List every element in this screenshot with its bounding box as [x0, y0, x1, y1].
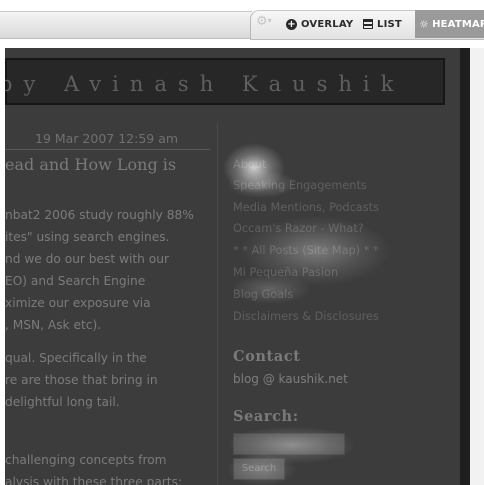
search-button[interactable]: Search	[233, 458, 285, 480]
post-text-line: qual. Specifically in the	[5, 351, 147, 365]
sidebar-link-disclaimers[interactable]: Disclaimers & Disclosures	[233, 310, 379, 323]
list-icon	[363, 19, 373, 29]
post-text-line: delightful long tail.	[5, 395, 120, 409]
post-text-line: , MSN, Ask etc).	[5, 318, 102, 332]
column-divider	[217, 123, 218, 485]
post-title[interactable]: ead and How Long is	[5, 155, 176, 174]
heatmap-toolbar: ⚙▾ + OVERLAY LIST ☼ HEATMAP	[0, 0, 484, 40]
contact-email[interactable]: blog @ kaushik.net	[233, 372, 348, 386]
sidebar-link-speaking[interactable]: Speaking Engagements	[233, 179, 367, 192]
overlay-button[interactable]: + OVERLAY	[286, 12, 353, 36]
contact-heading: Contact	[233, 348, 301, 365]
post-text-line: challenging concepts from	[5, 453, 167, 467]
post-text-line: nbat2 2006 study roughly 88%	[5, 208, 194, 222]
gear-icon[interactable]: ⚙▾	[256, 14, 272, 29]
sun-icon: ☼	[419, 17, 430, 31]
list-label: LIST	[377, 18, 402, 30]
post-text-line: re are those that bring in	[5, 373, 158, 387]
search-input[interactable]	[233, 433, 345, 455]
list-button[interactable]: LIST	[363, 12, 402, 36]
sidebar-link-all-posts[interactable]: * * All Posts (Site Map) * *	[233, 244, 379, 257]
search-heading: Search:	[233, 408, 299, 425]
post-text-line: ites" using search engines.	[5, 230, 170, 244]
post-text-line: EO) and Search Engine	[5, 274, 146, 288]
sidebar-link-about[interactable]: About	[233, 158, 266, 171]
vertical-scrollbar[interactable]	[470, 48, 484, 485]
page-edge	[460, 48, 470, 485]
banner-title: by Avinash Kaushik	[5, 72, 405, 96]
overlay-label: OVERLAY	[301, 18, 354, 30]
sidebar-link-media[interactable]: Media Mentions, Podcasts	[233, 201, 379, 214]
add-icon: +	[286, 18, 297, 30]
site-banner: by Avinash Kaushik	[5, 58, 445, 105]
page-viewport[interactable]: by Avinash Kaushik 19 Mar 2007 12:59 am …	[5, 48, 470, 485]
toolbar-strip	[0, 11, 252, 39]
sidebar-link-blog-goals[interactable]: Blog Goals	[233, 288, 293, 301]
heatmap-label: HEATMAP	[432, 18, 484, 30]
chevron-down-icon[interactable]: ▾	[268, 16, 272, 25]
sidebar-link-occams-razor[interactable]: Occam's Razor - What?	[233, 222, 364, 235]
post-date: 19 Mar 2007 12:59 am	[35, 131, 179, 146]
sidebar-link-pasion[interactable]: Mi Pequeña Pasion	[233, 266, 338, 279]
post-text-line: nd we do our best with our	[5, 252, 169, 266]
divider	[5, 149, 210, 150]
heatmap-button[interactable]: ☼ HEATMAP	[415, 10, 484, 38]
post-text-line: ximize our exposure via	[5, 296, 151, 310]
post-text-line: alysis with these three parts:	[5, 475, 183, 485]
